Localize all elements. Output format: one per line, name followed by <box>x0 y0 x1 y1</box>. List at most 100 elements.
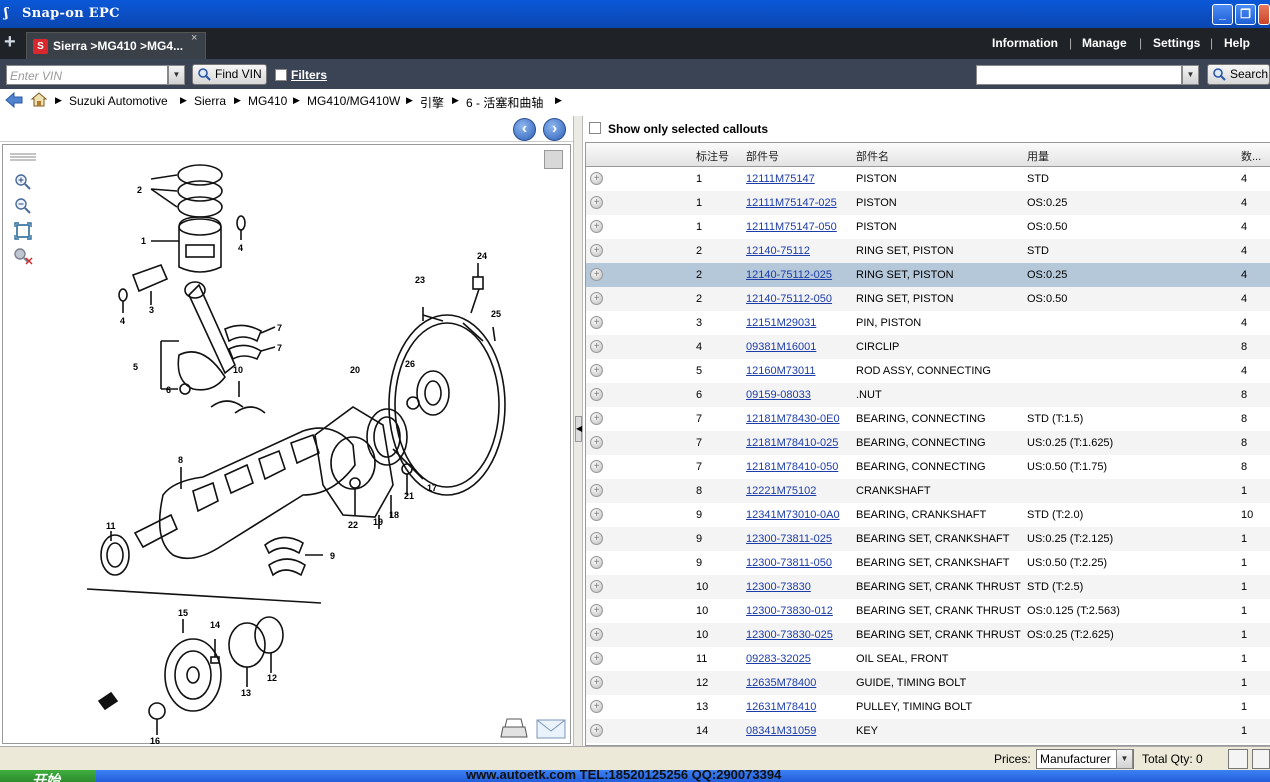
row-part-number-link[interactable]: 09283-32025 <box>746 653 811 665</box>
breadcrumb-mg410w[interactable]: MG410/MG410W <box>307 94 400 108</box>
zoom-out-icon[interactable] <box>9 197 37 219</box>
callout-26[interactable]: 26 <box>405 359 415 369</box>
callout-21[interactable]: 21 <box>404 491 414 501</box>
breadcrumb-suzuki[interactable]: Suzuki Automotive <box>69 94 168 108</box>
add-to-cart-icon[interactable]: + <box>590 412 603 425</box>
callout-19[interactable]: 19 <box>373 517 383 527</box>
print-icon[interactable] <box>499 717 529 739</box>
add-to-cart-icon[interactable]: + <box>590 436 603 449</box>
menu-manage[interactable]: Manage <box>1082 36 1127 50</box>
exploded-parts-diagram[interactable]: 2 1 4 4 3 5 6 7 7 10 8 11 9 15 14 12 13 … <box>2 144 571 746</box>
table-row[interactable]: +5 12160M73011 ROD ASSY, CONNECTING 4 <box>586 359 1270 383</box>
add-to-cart-icon[interactable]: + <box>590 580 603 593</box>
callout-11[interactable]: 11 <box>106 521 116 531</box>
table-row[interactable]: +7 12181M78410-025 BEARING, CONNECTING US:0… <box>586 431 1270 455</box>
table-row[interactable]: +6 09159-08033 .NUT 8 <box>586 383 1270 407</box>
callout-1[interactable]: 1 <box>141 236 146 246</box>
callout-10[interactable]: 10 <box>233 365 243 375</box>
row-part-number-link[interactable]: 12140-75112-050 <box>746 293 832 305</box>
row-part-number-link[interactable]: 12181M78430-0E0 <box>746 413 840 425</box>
add-to-cart-icon[interactable]: + <box>590 340 603 353</box>
table-row[interactable]: +10 12300-73830-025 BEARING SET, CRANK THR… <box>586 623 1270 647</box>
row-part-number-link[interactable]: 12111M75147-025 <box>746 197 837 209</box>
table-row[interactable]: +2 12140-75112 RING SET, PISTON STD 4 <box>586 239 1270 263</box>
row-part-number-link[interactable]: 12151M29031 <box>746 317 816 329</box>
row-part-number-link[interactable]: 09381M16001 <box>746 341 816 353</box>
table-row[interactable]: +7 12181M78410-050 BEARING, CONNECTING US:0… <box>586 455 1270 479</box>
maximize-button[interactable]: ❐ <box>1235 4 1256 25</box>
filters-checkbox[interactable] <box>275 69 287 81</box>
table-row[interactable]: +2 12140-75112-025 RING SET, PISTON OS:0.25… <box>586 263 1270 287</box>
table-row[interactable]: +14 08341M31059 KEY 1 <box>586 719 1270 743</box>
new-tab-button[interactable]: + <box>4 31 16 54</box>
prices-dropdown-button[interactable]: ▼ <box>1116 749 1133 769</box>
add-to-cart-icon[interactable]: + <box>590 268 603 281</box>
row-part-number-link[interactable]: 12221M75102 <box>746 485 816 497</box>
minimize-button[interactable]: _ <box>1212 4 1233 25</box>
add-to-cart-icon[interactable]: + <box>590 700 603 713</box>
row-part-number-link[interactable]: 08341M31059 <box>746 725 816 737</box>
expand-diagram-button[interactable] <box>544 150 563 169</box>
find-vin-button[interactable]: Find VIN <box>192 64 267 85</box>
row-part-number-link[interactable]: 12300-73830-012 <box>746 605 833 617</box>
callout-3[interactable]: 3 <box>149 305 154 315</box>
filters-link[interactable]: Filters <box>291 68 327 82</box>
row-part-number-link[interactable]: 12140-75112-025 <box>746 269 832 281</box>
callout-17[interactable]: 17 <box>427 483 437 493</box>
add-to-cart-icon[interactable]: + <box>590 292 603 305</box>
menu-lines-icon[interactable] <box>9 151 37 173</box>
callout-9[interactable]: 9 <box>330 551 335 561</box>
column-part-name[interactable]: 部件名 <box>856 148 889 164</box>
table-row[interactable]: +12 12635M78400 GUIDE, TIMING BOLT 1 <box>586 671 1270 695</box>
breadcrumb-mg410[interactable]: MG410 <box>248 94 287 108</box>
add-to-cart-icon[interactable]: + <box>590 196 603 209</box>
table-row[interactable]: +9 12341M73010-0A0 BEARING, CRANKSHAFT STD … <box>586 503 1270 527</box>
add-to-cart-icon[interactable]: + <box>590 724 603 737</box>
add-to-cart-icon[interactable]: + <box>590 460 603 473</box>
table-row[interactable]: +13 12631M78410 PULLEY, TIMING BOLT 1 <box>586 695 1270 719</box>
table-row[interactable]: +1 12111M75147-025 PISTON OS:0.25 4 <box>586 191 1270 215</box>
fit-to-window-icon[interactable] <box>9 222 37 244</box>
next-diagram-button[interactable]: › <box>543 118 566 141</box>
table-row[interactable]: +1 12111M75147 PISTON STD 4 <box>586 167 1270 191</box>
add-to-cart-icon[interactable]: + <box>590 364 603 377</box>
table-row[interactable]: +9 12300-73811-050 BEARING SET, CRANKSHAFT… <box>586 551 1270 575</box>
add-to-cart-icon[interactable]: + <box>590 556 603 569</box>
row-part-number-link[interactable]: 12181M78410-050 <box>746 461 838 473</box>
column-callout[interactable]: 标注号 <box>696 148 729 164</box>
row-part-number-link[interactable]: 12631M78410 <box>746 701 816 713</box>
add-to-cart-icon[interactable]: + <box>590 316 603 329</box>
row-part-number-link[interactable]: 12300-73811-050 <box>746 557 832 569</box>
close-window-button[interactable] <box>1258 4 1270 25</box>
callout-7[interactable]: 7 <box>277 323 282 333</box>
breadcrumb-piston-crank[interactable]: 6 - 活塞和曲轴 <box>466 94 543 111</box>
callout-23[interactable]: 23 <box>415 275 425 285</box>
breadcrumb-sierra[interactable]: Sierra <box>194 94 226 108</box>
add-to-cart-icon[interactable]: + <box>590 628 603 641</box>
callout-18[interactable]: 18 <box>389 510 399 520</box>
row-part-number-link[interactable]: 12181M78410-025 <box>746 437 838 449</box>
table-row[interactable]: +7 12181M78430-0E0 BEARING, CONNECTING STD … <box>586 407 1270 431</box>
row-part-number-link[interactable]: 12300-73830 <box>746 581 811 593</box>
vin-input[interactable]: Enter VIN <box>6 65 168 85</box>
callout-4[interactable]: 4 <box>238 243 243 253</box>
callout-20[interactable]: 20 <box>350 365 360 375</box>
column-usage[interactable]: 用量 <box>1027 148 1049 164</box>
callout-4b[interactable]: 4 <box>120 316 125 326</box>
menu-settings[interactable]: Settings <box>1153 36 1200 50</box>
home-icon[interactable] <box>30 91 48 107</box>
row-part-number-link[interactable]: 12140-75112 <box>746 245 810 257</box>
callout-8[interactable]: 8 <box>178 455 183 465</box>
callout-24[interactable]: 24 <box>477 251 487 261</box>
panel-splitter[interactable]: ◀ <box>573 116 583 746</box>
table-row[interactable]: +2 12140-75112-050 RING SET, PISTON OS:0.50… <box>586 287 1270 311</box>
add-to-cart-icon[interactable]: + <box>590 604 603 617</box>
row-part-number-link[interactable]: 09159-08033 <box>746 389 811 401</box>
add-to-cart-icon[interactable]: + <box>590 508 603 521</box>
column-quantity[interactable]: 数... <box>1241 148 1261 164</box>
table-row[interactable]: +10 12300-73830-012 BEARING SET, CRANK THR… <box>586 599 1270 623</box>
callout-6[interactable]: 6 <box>166 385 171 395</box>
zoom-in-icon[interactable] <box>9 173 37 195</box>
add-to-cart-icon[interactable]: + <box>590 220 603 233</box>
add-to-cart-icon[interactable]: + <box>590 484 603 497</box>
